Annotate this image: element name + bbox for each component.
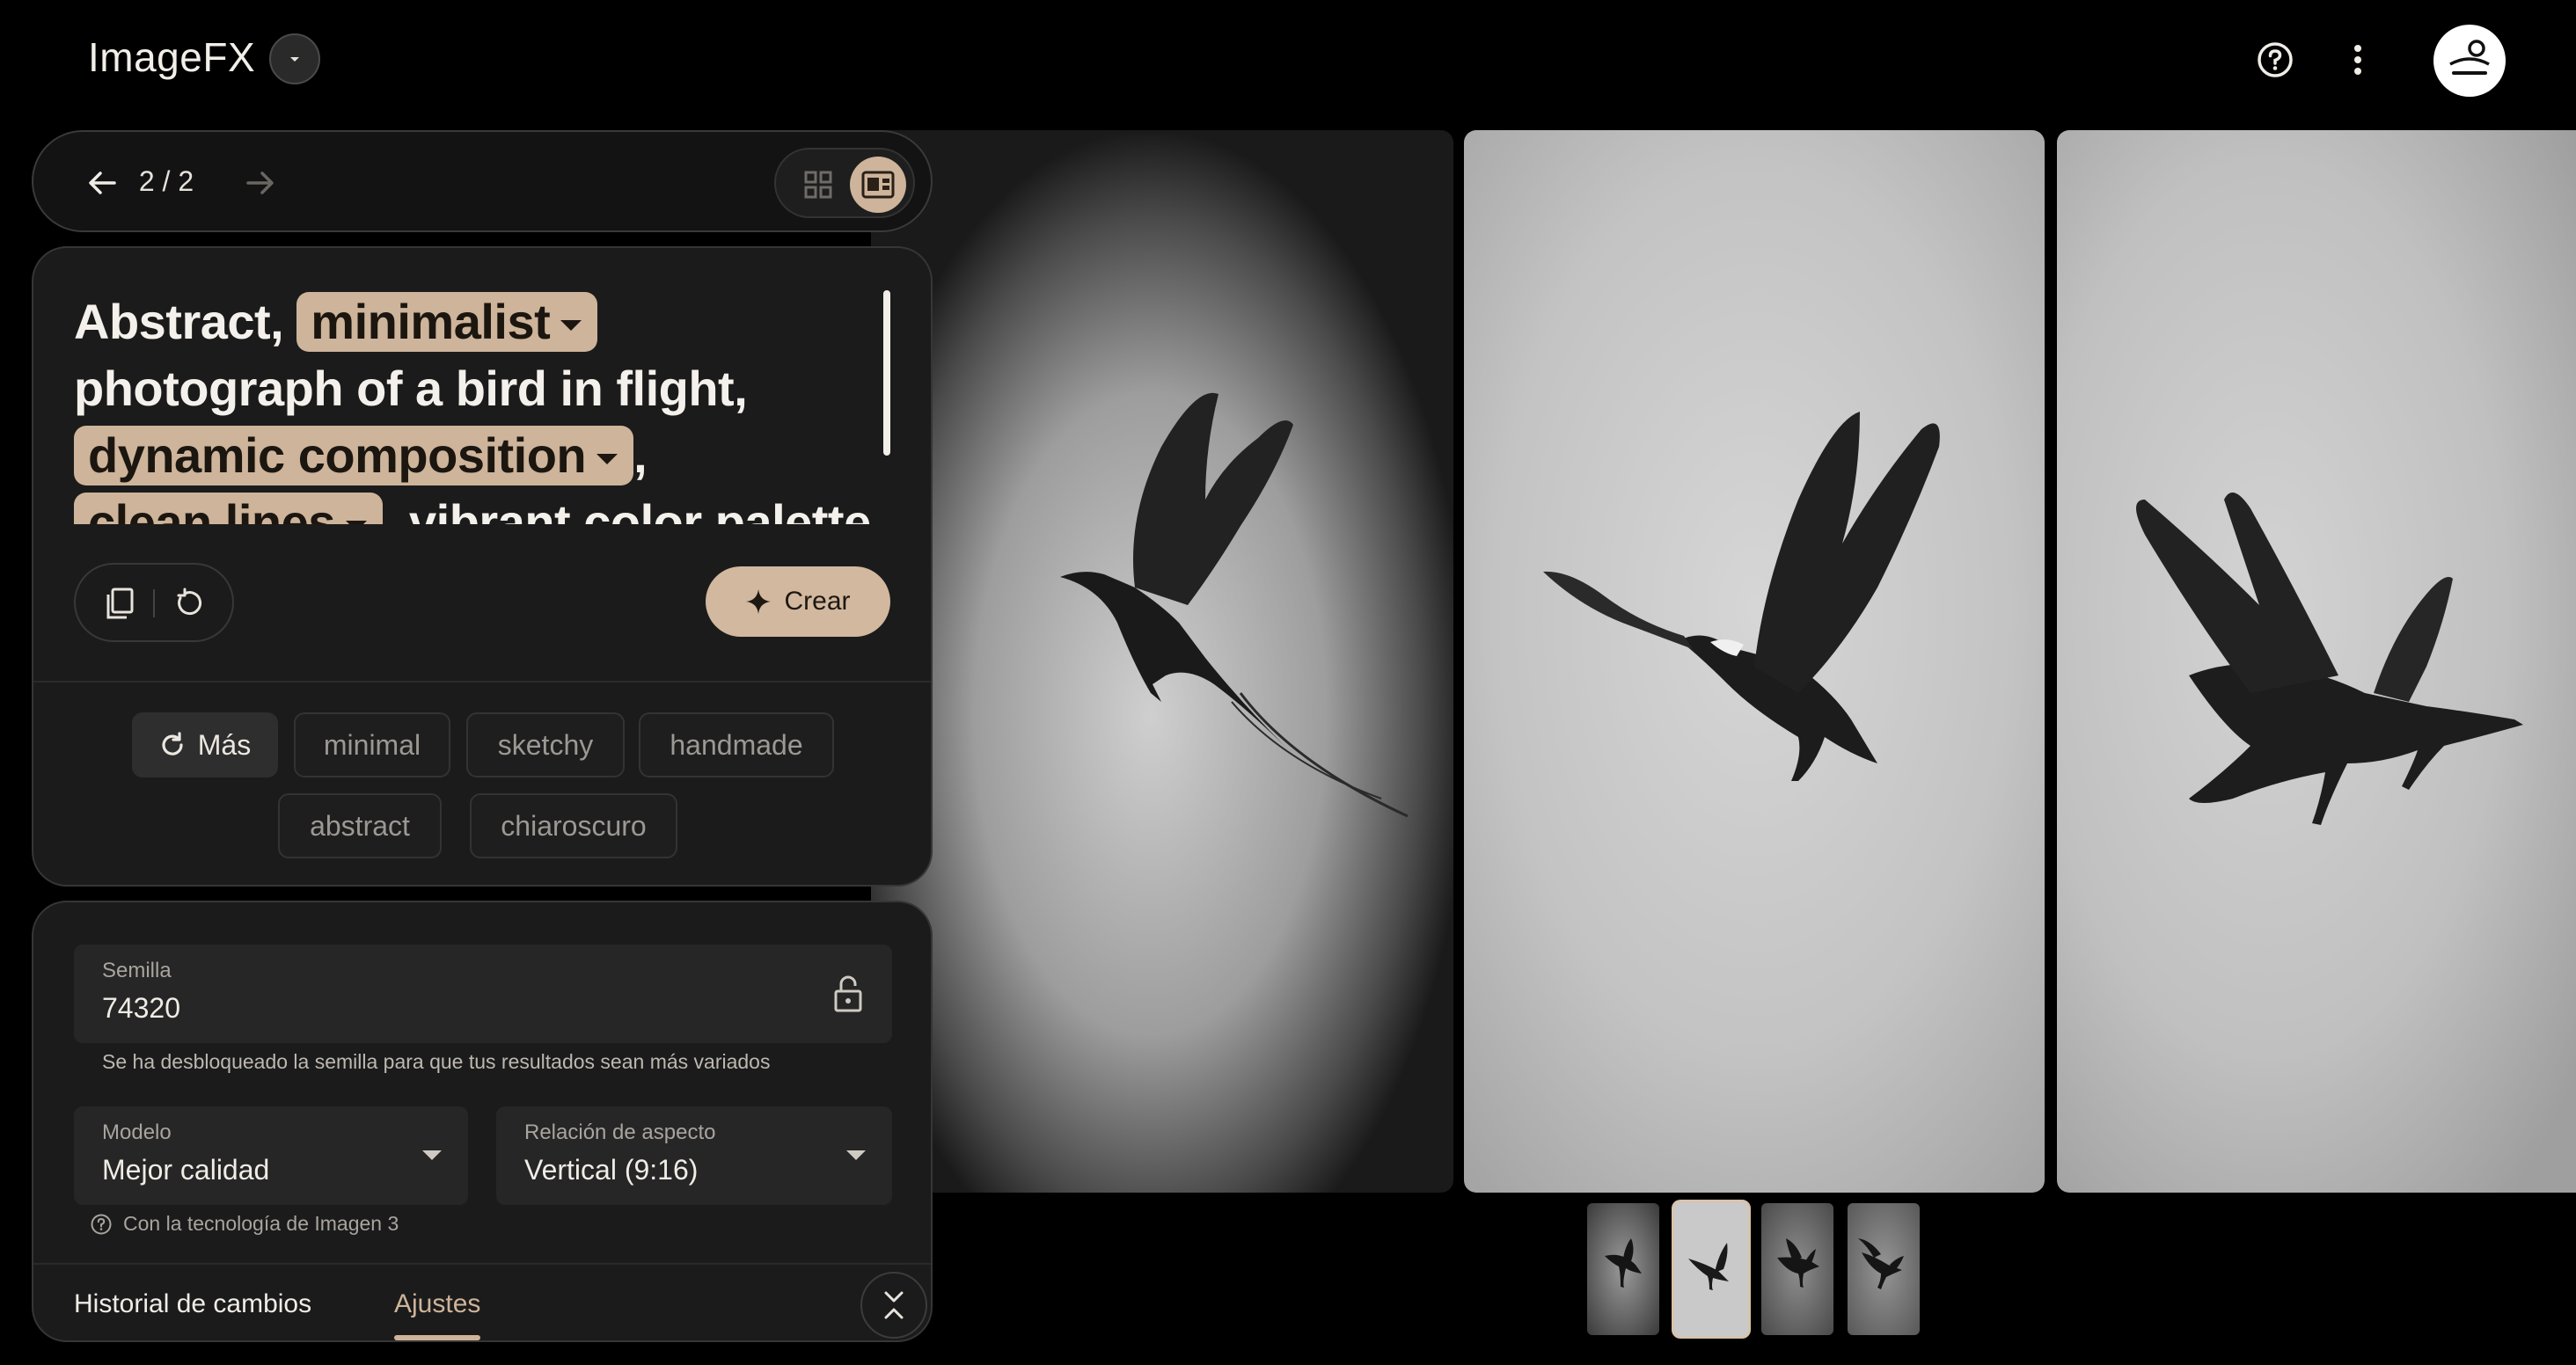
prompt-text: of a bird in flight, <box>356 361 748 416</box>
create-label: Crear <box>784 587 851 616</box>
suggestion-chip[interactable]: abstract <box>278 793 442 858</box>
help-button[interactable] <box>2250 35 2300 84</box>
seed-value: 74320 <box>102 992 180 1024</box>
bird-image <box>1543 412 1940 781</box>
tab-settings[interactable]: Ajustes <box>394 1289 480 1319</box>
refresh-icon <box>162 732 183 755</box>
image-counter: 2 / 2 <box>138 165 194 197</box>
reset-icon <box>177 588 202 616</box>
generated-image-3[interactable] <box>2057 130 2576 1193</box>
prompt-chip-minimalist[interactable]: minimalist <box>296 292 598 352</box>
model-select[interactable]: Modelo Mejor calidad <box>74 1106 468 1205</box>
app-switcher-button[interactable] <box>269 33 320 84</box>
prompt-chip-dynamic-composition[interactable]: dynamic composition <box>74 426 634 485</box>
model-label: Modelo <box>102 1120 172 1144</box>
arrow-right-icon <box>246 172 274 194</box>
prompt-chip-clean-lines[interactable]: clean lines <box>74 493 383 524</box>
back-button[interactable] <box>77 158 127 208</box>
section-divider <box>33 1263 931 1265</box>
bird-image <box>2136 493 2523 825</box>
chevron-down-icon <box>290 57 299 62</box>
settings-panel: Semilla 74320 Se ha desbloqueado la semi… <box>32 901 933 1342</box>
tech-note-text: Con la tecnología de Imagen 3 <box>123 1212 399 1235</box>
suggestion-chip[interactable]: handmade <box>639 712 834 777</box>
prompt-editor[interactable]: Abstract, minimalist photograph of a bir… <box>74 288 892 524</box>
unlock-icon <box>834 975 862 1012</box>
caret-down-icon <box>846 1150 866 1160</box>
sparkle-icon <box>746 589 772 614</box>
caret-down-icon <box>345 521 367 524</box>
prompt-text: photograph <box>74 361 344 416</box>
prompt-text: , <box>633 427 648 483</box>
grid-view-button[interactable] <box>794 160 843 209</box>
suggestion-chip[interactable]: sketchy <box>466 712 625 777</box>
arrow-left-icon <box>89 172 116 194</box>
navigation-bar: 2 / 2 <box>32 130 933 232</box>
user-profile-icon <box>2449 40 2490 75</box>
generated-image-2[interactable] <box>1464 130 2045 1193</box>
generated-image-1[interactable] <box>871 130 1453 1193</box>
bird-thumbnail <box>1777 1238 1819 1288</box>
prompt-text: vibrant color palette <box>409 494 871 524</box>
thumbnail-1[interactable] <box>1587 1203 1659 1335</box>
suggestion-chip[interactable]: minimal <box>294 712 450 777</box>
aspect-value: Vertical (9:16) <box>524 1154 699 1186</box>
bird-image <box>1060 392 1409 818</box>
section-divider <box>33 681 931 682</box>
grid-icon <box>804 171 832 199</box>
bird-thumbnail <box>1605 1238 1642 1288</box>
image-view-icon <box>861 171 895 199</box>
tech-note: Con la tecnología de Imagen 3 <box>90 1212 399 1236</box>
view-toggle <box>774 148 915 218</box>
seed-lock-toggle[interactable] <box>823 969 873 1018</box>
thumbnail-2-selected[interactable] <box>1672 1200 1751 1339</box>
collapse-button[interactable] <box>860 1272 927 1339</box>
collapse-icon <box>884 1291 904 1319</box>
help-icon <box>91 1214 112 1234</box>
more-suggestions-button[interactable]: Más <box>132 712 278 777</box>
tab-history[interactable]: Historial de cambios <box>74 1289 311 1319</box>
caret-down-icon <box>422 1150 442 1160</box>
create-button[interactable]: Crear <box>706 566 890 637</box>
app-title: ImageFX <box>88 34 256 80</box>
seed-hint: Se ha desbloqueado la semilla para que t… <box>102 1050 771 1073</box>
chip-label: dynamic composition <box>88 427 587 483</box>
single-view-button[interactable] <box>850 157 906 213</box>
prompt-tools <box>74 563 234 642</box>
caret-down-icon <box>560 320 582 332</box>
suggestion-chip[interactable]: chiaroscuro <box>470 793 677 858</box>
aspect-label: Relación de aspecto <box>524 1120 716 1144</box>
bird-thumbnail <box>1688 1243 1729 1290</box>
active-tab-indicator <box>394 1335 480 1340</box>
copy-icon <box>106 588 134 619</box>
thumbnail-4[interactable] <box>1848 1203 1920 1335</box>
chip-label: clean lines <box>88 494 335 524</box>
prompt-text: Abstract, <box>74 294 284 349</box>
seed-label: Semilla <box>102 959 172 982</box>
bird-thumbnail <box>1858 1238 1904 1289</box>
help-icon <box>2258 42 2293 77</box>
aspect-ratio-select[interactable]: Relación de aspecto Vertical (9:16) <box>496 1106 892 1205</box>
caret-down-icon <box>596 454 618 465</box>
prompt-panel: Abstract, minimalist photograph of a bir… <box>32 246 933 887</box>
copy-button[interactable] <box>95 579 144 628</box>
chip-label: minimalist <box>311 294 551 349</box>
model-value: Mejor calidad <box>102 1154 270 1186</box>
seed-field[interactable]: Semilla 74320 <box>74 945 892 1043</box>
divider <box>153 589 155 617</box>
more-vert-icon <box>2354 45 2361 75</box>
prompt-scrollbar[interactable] <box>883 290 890 456</box>
reset-button[interactable] <box>164 579 213 628</box>
more-label: Más <box>197 728 252 761</box>
forward-button[interactable] <box>236 158 285 208</box>
thumbnail-3[interactable] <box>1761 1203 1833 1335</box>
more-options-button[interactable] <box>2333 35 2382 84</box>
avatar[interactable] <box>2433 25 2506 97</box>
